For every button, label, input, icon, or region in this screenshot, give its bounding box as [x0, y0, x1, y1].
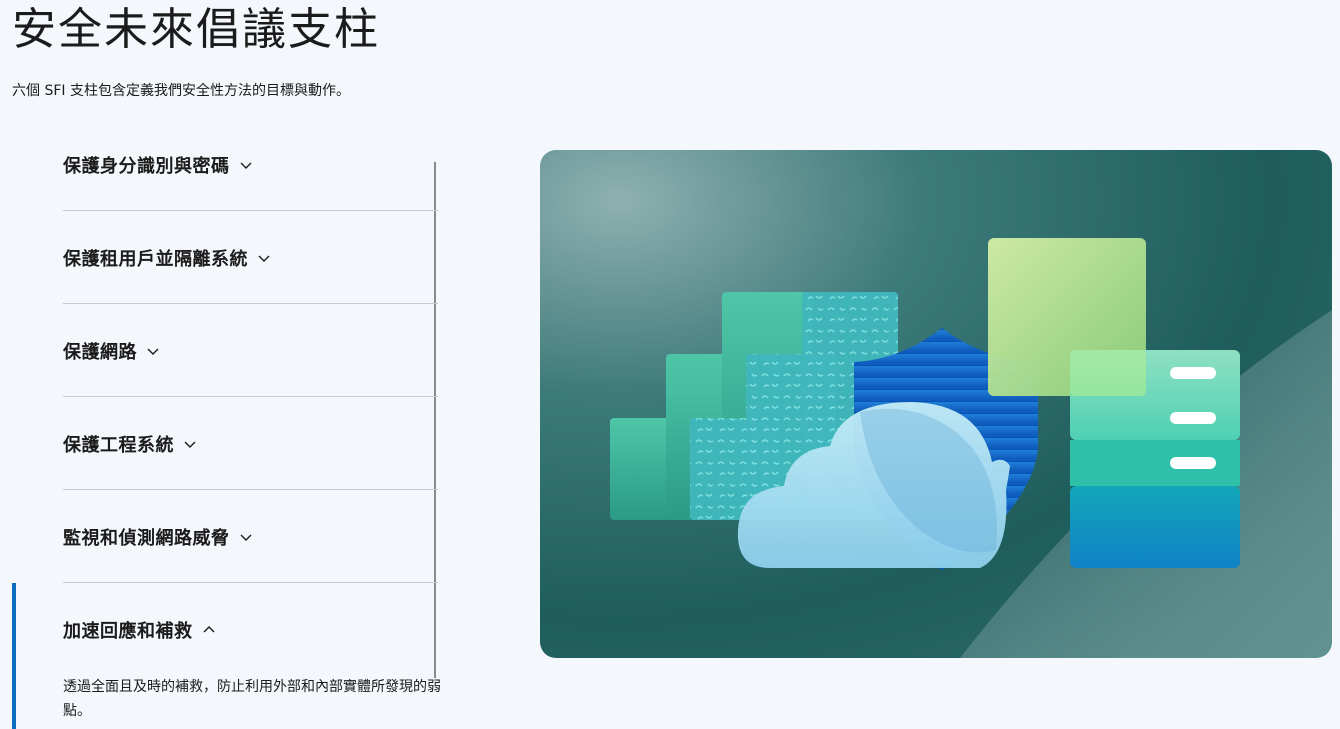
accordion-label: 保護租用戶並隔離系統: [63, 249, 248, 270]
accordion-item-engineering: 保護工程系統: [63, 397, 438, 490]
accordion-label: 保護身分識別與密碼: [63, 156, 230, 177]
accordion-item-response: 加速回應和補救 透過全面且及時的補救，防止利用外部和內部實體所發現的弱點。: [63, 583, 441, 729]
page: 安全未來倡議支柱 六個 SFI 支柱包含定義我們安全性方法的目標與動作。 保護身…: [0, 0, 1340, 729]
chevron-down-icon: [240, 162, 251, 169]
security-cloud-illustration: [540, 150, 1332, 658]
page-subtitle: 六個 SFI 支柱包含定義我們安全性方法的目標與動作。: [12, 83, 350, 99]
hero-illustration: [540, 150, 1332, 658]
accordion-header-response[interactable]: 加速回應和補救: [63, 617, 217, 643]
accordion-item-networks: 保護網路: [63, 304, 438, 397]
accordion-label: 保護工程系統: [63, 435, 174, 456]
pillars-accordion: 保護身分識別與密碼 保護租用戶並隔離系統 保護網路 保護工程系統 監視和偵測網路…: [12, 118, 441, 729]
accordion-header-threats[interactable]: 監視和偵測網路威脅: [63, 524, 254, 550]
accordion-item-tenants: 保護租用戶並隔離系統: [63, 211, 438, 304]
page-title: 安全未來倡議支柱: [12, 4, 380, 55]
accordion-item-threats: 監視和偵測網路威脅: [63, 490, 438, 583]
accordion-header-identities[interactable]: 保護身分識別與密碼: [63, 152, 254, 178]
chevron-up-icon: [203, 626, 214, 633]
accordion-item-identities: 保護身分識別與密碼: [63, 118, 438, 211]
accordion-label: 監視和偵測網路威脅: [63, 528, 230, 549]
accordion-header-engineering[interactable]: 保護工程系統: [63, 431, 198, 457]
accordion-label: 保護網路: [63, 342, 137, 363]
accordion-description: 透過全面且及時的補救，防止利用外部和內部實體所發現的弱點。: [63, 679, 441, 719]
chevron-down-icon: [240, 534, 251, 541]
accordion-label: 加速回應和補救: [63, 621, 193, 642]
chevron-down-icon: [184, 441, 196, 448]
accordion-header-tenants[interactable]: 保護租用戶並隔離系統: [63, 245, 272, 271]
chevron-down-icon: [258, 255, 270, 262]
chevron-down-icon: [147, 348, 159, 355]
active-item-indicator: [12, 583, 16, 729]
accordion-header-networks[interactable]: 保護網路: [63, 338, 161, 364]
